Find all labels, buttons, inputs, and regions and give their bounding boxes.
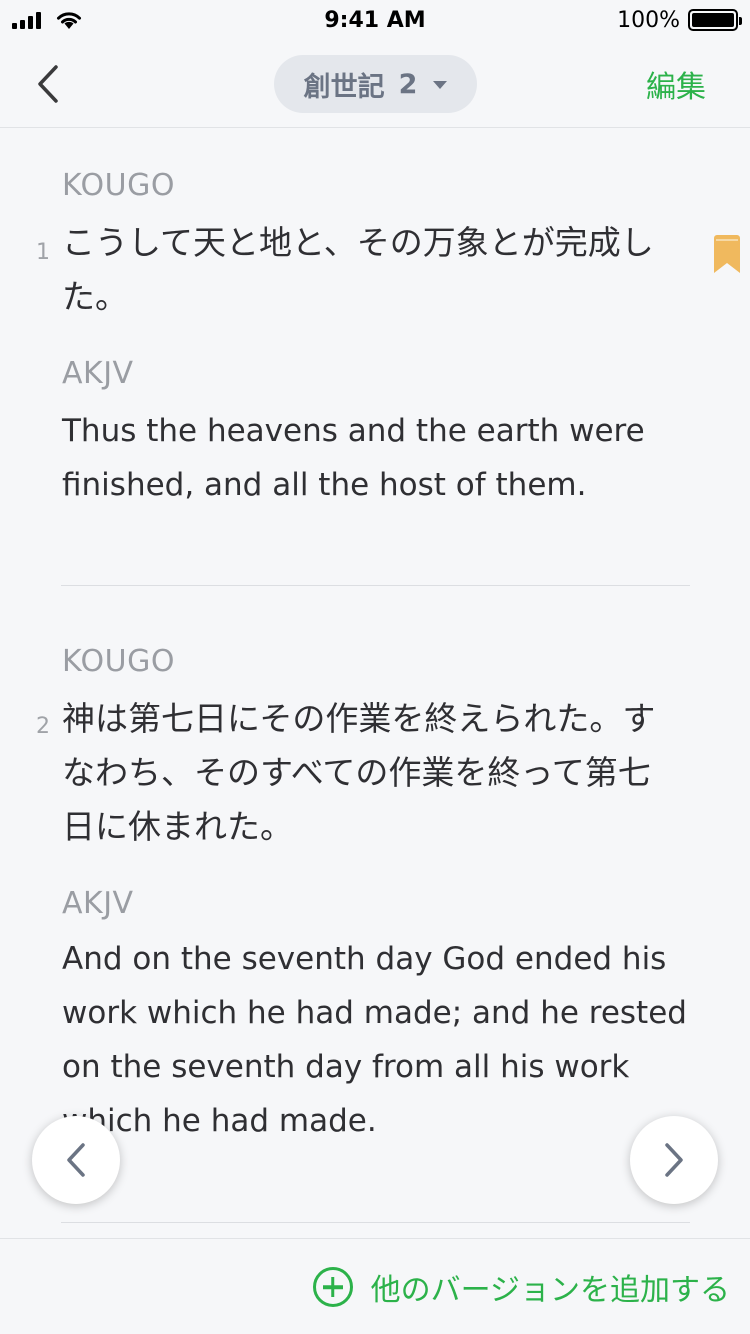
bottom-bar: 他のバージョンを追加する: [0, 1238, 750, 1334]
verse-text: こうして天と地と、その万象とが完成した。: [62, 223, 654, 316]
status-bar: 9:41 AM 100%: [0, 0, 750, 40]
edit-button[interactable]: 編集: [646, 62, 706, 106]
version-label: AKJV: [62, 886, 134, 921]
chevron-left-icon: [38, 65, 58, 103]
version-label: KOUGO: [62, 168, 175, 203]
nav-bar: 創世記 2 編集: [0, 40, 750, 128]
verse-number: 1: [36, 240, 50, 265]
verse-item[interactable]: KOUGO 1 こうして天と地と、その万象とが完成した。 AKJV Thus t…: [0, 128, 750, 586]
wifi-icon: [57, 12, 81, 29]
verse-text: And on the seventh day God ended his wor…: [62, 941, 687, 1139]
signal-icon: [12, 11, 41, 29]
add-version-label: 他のバージョンを追加する: [370, 1273, 730, 1308]
book-title: 創世記: [303, 71, 385, 103]
battery-fill: [692, 13, 734, 27]
chevron-left-icon: [67, 1143, 85, 1177]
book-chapter-selector[interactable]: 創世記 2: [274, 55, 477, 113]
battery-icon: [688, 9, 742, 31]
version-label: AKJV: [62, 356, 134, 391]
battery-percentage: 100%: [617, 7, 680, 33]
verse-number: 2: [36, 714, 50, 739]
verse-text: 神は第七日にその作業を終えられた。すなわち、そのすべての作業を終って第七日に休ま…: [62, 699, 656, 846]
status-right: 100%: [617, 7, 742, 33]
verse-text: Thus the heavens and the earth were fini…: [62, 413, 645, 503]
verse-list[interactable]: KOUGO 1 こうして天と地と、その万象とが完成した。 AKJV Thus t…: [0, 128, 750, 1238]
verse-item[interactable]: KOUGO 2 神は第七日にその作業を終えられた。すなわち、そのすべての作業を終…: [0, 586, 750, 1222]
version-label: KOUGO: [62, 644, 175, 679]
add-version-button[interactable]: 他のバージョンを追加する: [312, 1265, 730, 1309]
bookmark-icon[interactable]: [714, 235, 740, 273]
previous-chapter-button[interactable]: [32, 1116, 120, 1204]
caret-down-icon: [433, 81, 448, 89]
chevron-right-icon: [665, 1143, 683, 1177]
divider: [61, 1222, 690, 1223]
chapter-number: 2: [398, 68, 418, 100]
next-chapter-button[interactable]: [630, 1116, 718, 1204]
plus-circle-icon: [312, 1267, 353, 1307]
back-button[interactable]: [26, 60, 70, 108]
status-left: [12, 10, 83, 30]
